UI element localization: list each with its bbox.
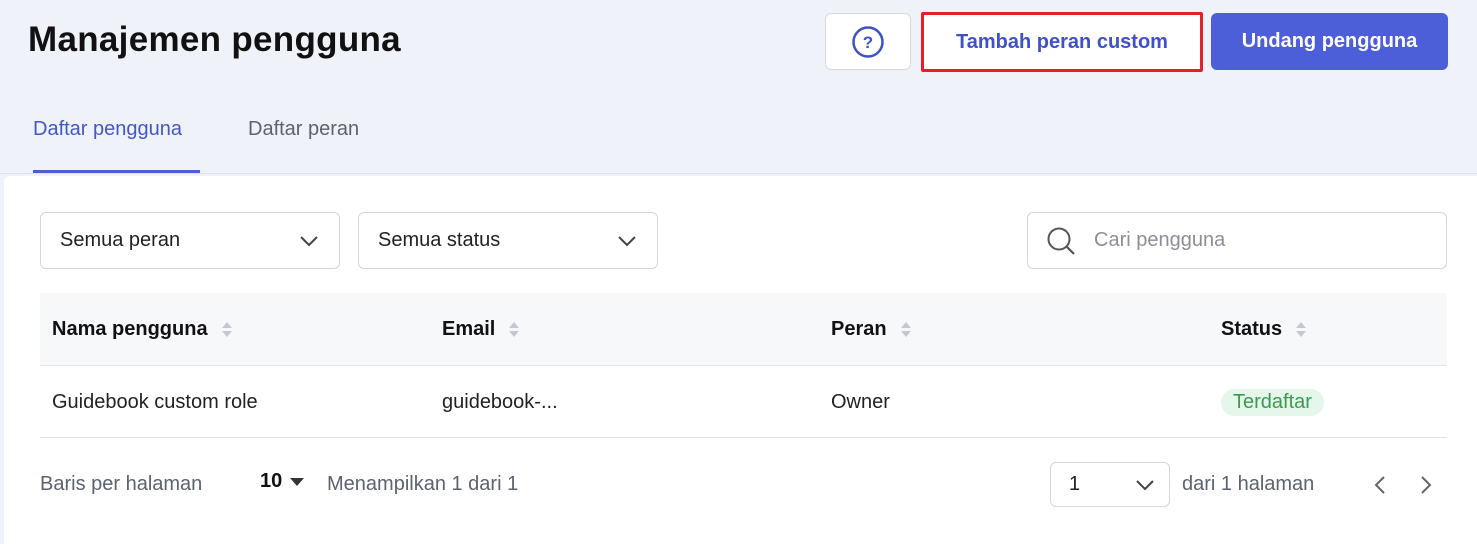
role-filter-select[interactable]: Semua peran bbox=[40, 212, 340, 269]
chevron-down-icon bbox=[618, 235, 636, 246]
tab-divider bbox=[0, 173, 1477, 174]
rows-per-page-label: Baris per halaman bbox=[40, 473, 203, 495]
chevron-right-icon bbox=[1421, 476, 1432, 494]
showing-count: Menampilkan 1 dari 1 bbox=[327, 473, 519, 495]
invite-user-button[interactable]: Undang pengguna bbox=[1211, 13, 1448, 70]
tab-user-list[interactable]: Daftar pengguna bbox=[33, 118, 182, 141]
sort-icon bbox=[221, 322, 232, 337]
cell-email: guidebook-... bbox=[442, 390, 558, 413]
chevron-down-icon bbox=[1136, 479, 1154, 490]
role-filter-value: Semua peran bbox=[60, 229, 181, 251]
total-pages-label: dari 1 halaman bbox=[1182, 473, 1315, 495]
search-icon bbox=[1047, 227, 1075, 255]
table-row[interactable]: Guidebook custom role guidebook-... Owne… bbox=[40, 366, 1447, 438]
column-header-role[interactable]: Peran bbox=[831, 293, 911, 366]
column-header-name[interactable]: Nama pengguna bbox=[52, 293, 232, 366]
help-button[interactable]: ? bbox=[825, 13, 911, 70]
rows-per-page-select[interactable]: 10 bbox=[260, 470, 305, 493]
page-title: Manajemen pengguna bbox=[28, 20, 401, 59]
column-header-email[interactable]: Email bbox=[442, 293, 520, 366]
sort-icon bbox=[509, 322, 520, 337]
cell-status: Terdaftar bbox=[1221, 366, 1324, 438]
chevron-down-icon bbox=[300, 235, 318, 246]
chevron-left-icon bbox=[1374, 476, 1385, 494]
previous-page-button[interactable] bbox=[1368, 472, 1392, 498]
tab-role-list[interactable]: Daftar peran bbox=[248, 118, 359, 141]
table-header: Nama pengguna Email Peran Status bbox=[40, 293, 1447, 366]
search-box[interactable] bbox=[1027, 212, 1447, 269]
sort-icon bbox=[900, 322, 911, 337]
svg-text:?: ? bbox=[863, 33, 873, 52]
sort-icon bbox=[1296, 322, 1307, 337]
column-header-status[interactable]: Status bbox=[1221, 293, 1307, 366]
status-filter-select[interactable]: Semua status bbox=[358, 212, 658, 269]
cell-role: Owner bbox=[831, 390, 890, 413]
add-custom-role-button[interactable]: Tambah peran custom bbox=[921, 12, 1203, 72]
page-number-select[interactable]: 1 bbox=[1050, 462, 1170, 507]
search-input[interactable] bbox=[1094, 229, 1414, 252]
status-filter-value: Semua status bbox=[378, 229, 501, 251]
question-circle-icon: ? bbox=[852, 25, 884, 58]
status-badge: Terdaftar bbox=[1221, 388, 1324, 416]
caret-down-icon bbox=[290, 477, 305, 486]
next-page-button[interactable] bbox=[1414, 472, 1438, 498]
cell-user-name: Guidebook custom role bbox=[52, 390, 258, 413]
